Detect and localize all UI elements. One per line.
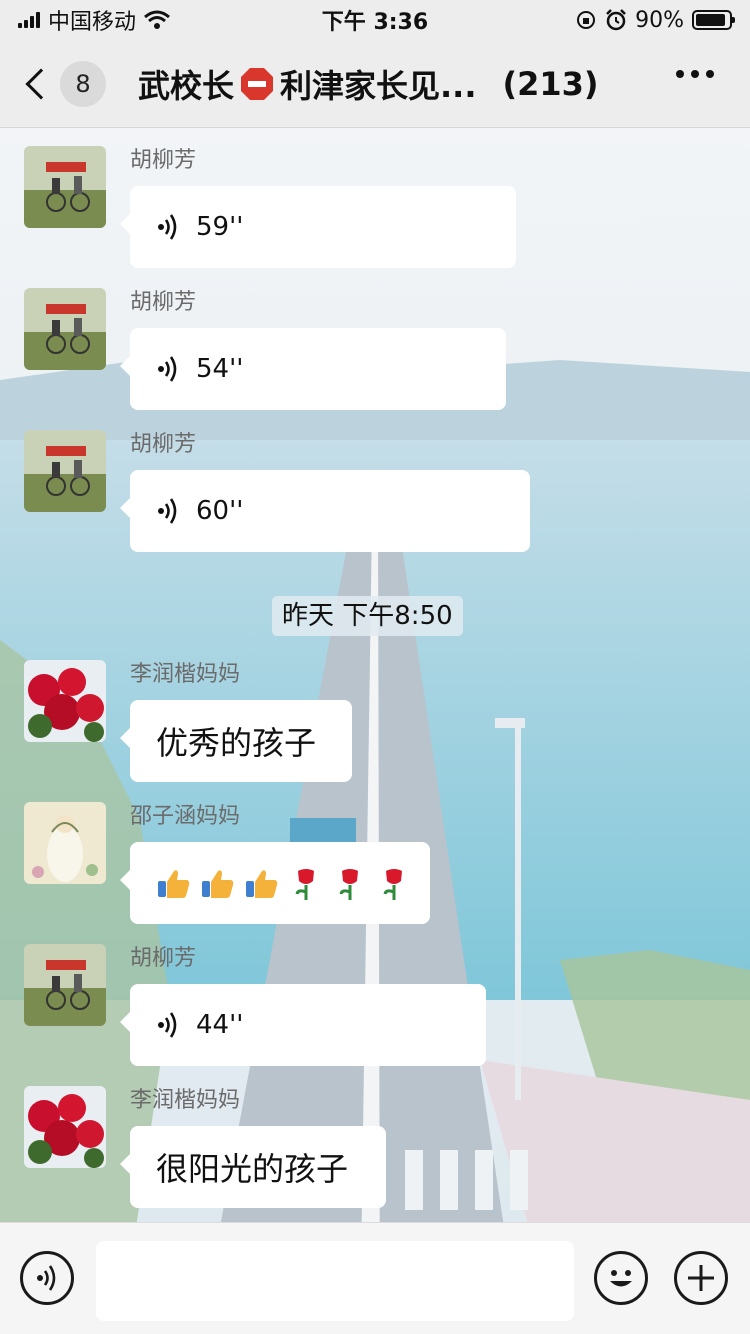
orientation-lock-icon xyxy=(577,11,596,29)
voice-wave-icon xyxy=(158,498,177,524)
avatar[interactable] xyxy=(24,1086,106,1168)
text-message-bubble[interactable]: 优秀的孩子 xyxy=(120,700,352,782)
voice-message-bubble[interactable]: 44'' xyxy=(120,984,486,1066)
timestamp-divider: 昨天 下午8:50 xyxy=(272,596,463,636)
voice-duration: 44'' xyxy=(196,1010,244,1040)
thumbs-up-icon xyxy=(202,870,234,898)
avatar[interactable] xyxy=(24,660,106,742)
message-text: 优秀的孩子 xyxy=(156,724,317,762)
message-row: 李润楷妈妈 优秀的孩子 xyxy=(24,660,352,782)
stop-sign-icon xyxy=(238,65,276,103)
back-chevron-icon xyxy=(25,67,57,100)
message-row: 李润楷妈妈 很阳光的孩子 xyxy=(24,1086,386,1208)
sender-name: 胡柳芳 xyxy=(130,290,197,315)
more-button[interactable] xyxy=(676,70,714,78)
avatar[interactable] xyxy=(24,802,106,884)
sender-name: 胡柳芳 xyxy=(130,946,197,971)
cellular-signal-icon xyxy=(18,12,40,28)
voice-wave-icon xyxy=(158,214,177,240)
chat-title[interactable]: 武校长 利津家长见... (213) xyxy=(138,61,599,107)
unread-count-badge: 8 xyxy=(60,60,106,107)
sender-name: 李润楷妈妈 xyxy=(130,662,241,687)
emoji-icon xyxy=(610,1270,632,1287)
voice-message-bubble[interactable]: 54'' xyxy=(120,328,506,410)
voice-message-bubble[interactable]: 60'' xyxy=(120,470,530,552)
voice-wave-icon xyxy=(158,1012,177,1038)
add-button[interactable] xyxy=(674,1251,728,1305)
text-message-bubble[interactable]: 很阳光的孩子 xyxy=(120,1126,386,1208)
chat-header: 8 武校长 利津家长见... (213) xyxy=(0,40,750,128)
message-text: 很阳光的孩子 xyxy=(156,1150,349,1188)
avatar[interactable] xyxy=(24,944,106,1026)
thumbs-up-icon xyxy=(158,870,190,898)
voice-input-icon xyxy=(37,1265,56,1291)
voice-duration: 59'' xyxy=(196,212,244,242)
thumbs-up-icon xyxy=(246,870,278,898)
battery-percent: 90% xyxy=(635,7,684,33)
member-count: (213) xyxy=(502,64,599,103)
message-input[interactable] xyxy=(96,1241,574,1321)
message-row: 邵子涵妈妈 xyxy=(24,802,430,924)
message-row: 胡柳芳 60'' xyxy=(24,430,530,552)
avatar[interactable] xyxy=(24,430,106,512)
back-button[interactable]: 8 xyxy=(20,60,106,107)
avatar[interactable] xyxy=(24,146,106,228)
emoji-button[interactable] xyxy=(594,1251,648,1305)
sender-name: 李润楷妈妈 xyxy=(130,1088,241,1113)
message-row: 胡柳芳 44'' xyxy=(24,944,486,1066)
message-row: 胡柳芳 59'' xyxy=(24,146,516,268)
rose-icon xyxy=(295,869,314,900)
input-bar xyxy=(0,1222,750,1334)
voice-input-button[interactable] xyxy=(20,1251,74,1305)
voice-wave-icon xyxy=(158,356,177,382)
rose-icon xyxy=(339,869,358,900)
message-row: 胡柳芳 54'' xyxy=(24,288,506,410)
carrier-name: 中国移动 xyxy=(48,10,137,35)
sender-name: 胡柳芳 xyxy=(130,148,197,173)
voice-duration: 54'' xyxy=(196,354,244,384)
alarm-icon xyxy=(606,9,626,31)
voice-duration: 60'' xyxy=(196,496,244,526)
sender-name: 胡柳芳 xyxy=(130,432,197,457)
emoji-message-bubble[interactable] xyxy=(120,842,430,924)
add-icon xyxy=(688,1265,714,1291)
status-bar: 中国移动 下午 3:36 90% xyxy=(0,0,750,40)
chat-title-part2: 利津家长见... xyxy=(280,66,477,105)
avatar[interactable] xyxy=(24,288,106,370)
wifi-icon xyxy=(144,10,170,29)
chat-title-part1: 武校长 xyxy=(138,66,235,105)
chat-message-list[interactable]: 胡柳芳 59'' 胡柳芳 54'' 胡柳芳 60'' 昨天 下午8:50 李润楷… xyxy=(0,128,750,1222)
rose-icon xyxy=(383,869,402,900)
voice-message-bubble[interactable]: 59'' xyxy=(120,186,516,268)
sender-name: 邵子涵妈妈 xyxy=(130,804,241,829)
more-icon xyxy=(676,70,684,78)
battery-icon xyxy=(692,10,735,30)
